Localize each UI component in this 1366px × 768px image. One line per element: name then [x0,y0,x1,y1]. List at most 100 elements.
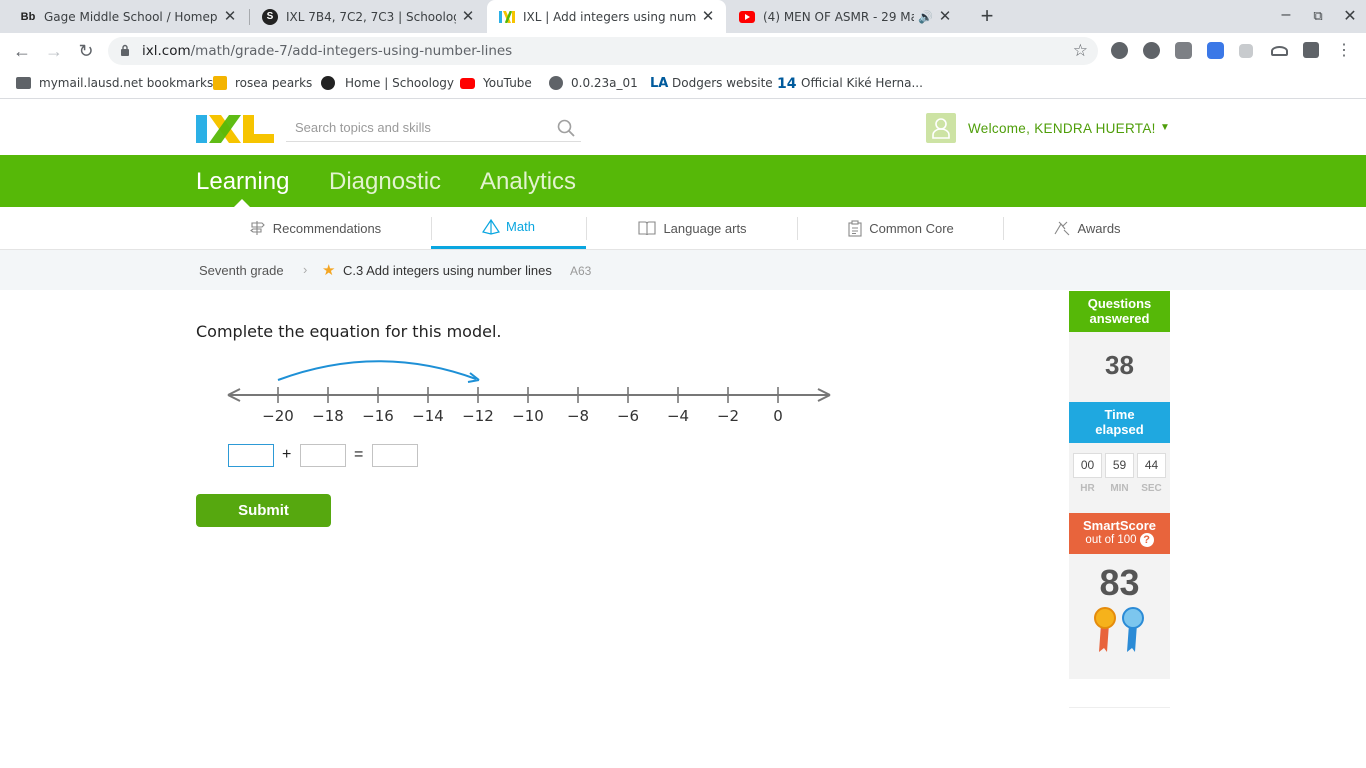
medals-icon [1093,607,1144,652]
user-icon [932,118,950,139]
tab-youtube[interactable]: (4) MEN OF ASMR - 29 Male ASMR 🔊 ✕ [727,0,963,33]
tab-title: IXL | Add integers using number lines [523,9,696,24]
bookmark-folder[interactable]: mymail.lausd.net bookmarks [16,76,213,90]
extension-icon[interactable] [1239,44,1253,58]
restore-icon[interactable]: ⧉ [1308,8,1328,24]
tick-label: −12 [462,407,494,425]
tab-language-arts[interactable]: Language arts [587,207,797,249]
star-icon: ★ [322,262,336,279]
close-icon[interactable]: ✕ [937,8,953,25]
puzzle-icon[interactable] [1303,42,1319,58]
bookmark-star-icon[interactable]: ☆ [1073,41,1088,61]
tab-ixl[interactable]: IXL | Add integers using number lines ✕ [487,0,726,33]
globe-icon [549,76,563,90]
address-bar[interactable]: ixl.com/math/grade-7/add-integers-using-… [108,37,1098,65]
minimize-icon[interactable]: – [1276,6,1296,24]
avatar[interactable] [926,113,956,143]
breadcrumb-skill: C.3 Add integers using number lines [343,263,552,278]
new-tab-button[interactable]: + [975,5,999,29]
chevron-right-icon: › [303,262,308,277]
bookmarks-bar: mymail.lausd.net bookmarks rosea pearks … [0,69,1366,99]
tick-label: −4 [667,407,689,425]
folder-icon [16,77,31,89]
help-icon[interactable]: ? [1139,533,1154,547]
bookmark-item[interactable]: 14 Official Kiké Herna... [777,76,923,92]
dodgers-icon: LA [650,76,669,91]
tick-label: −18 [312,407,344,425]
welcome-menu[interactable]: Welcome, KENDRA HUERTA! [968,121,1156,136]
tab-schoology[interactable]: S IXL 7B4, 7C2, 7C3 | Schoology ✕ [250,0,486,33]
timer-seconds: 44 [1137,453,1166,478]
smartscore-value: 83 [1099,562,1140,603]
schoology-icon: S [262,8,278,25]
tab-math[interactable]: Math [431,207,586,249]
tab-recommendations[interactable]: Recommendations [200,207,430,249]
pyramid-icon [482,218,501,235]
addend-1-input[interactable] [228,444,274,467]
close-icon[interactable]: ✕ [460,8,476,25]
tick-label: −10 [512,407,544,425]
sum-input[interactable] [372,444,418,467]
screencast-extension-icon[interactable] [1207,42,1224,59]
tab-gage[interactable]: Bb Gage Middle School / Homepage ✕ [8,0,248,33]
tab-title: Gage Middle School / Homepage [44,9,218,24]
close-icon[interactable]: ✕ [700,8,716,25]
url-text: ixl.com/math/grade-7/add-integers-using-… [142,43,513,59]
question-prompt: Complete the equation for this model. [196,322,502,341]
bookmark-item[interactable]: Home | Schoology [321,76,454,90]
shield-extension-icon-2[interactable] [1143,42,1160,59]
nav-learning[interactable]: Learning [196,168,289,196]
awards-icon [1054,221,1070,236]
bookmark-item[interactable]: rosea pearks [213,76,312,90]
back-icon[interactable]: ← [10,39,34,63]
close-icon[interactable]: ✕ [222,8,238,25]
timer[interactable]: 00 HR 59 MIN 44 SEC [1069,443,1170,513]
subject-nav: Recommendations Math Language arts Commo… [0,207,1366,250]
tab-common-core[interactable]: Common Core [798,207,1003,249]
search-icon[interactable] [557,119,575,137]
chevron-down-icon[interactable]: ▼ [1160,122,1170,133]
forward-icon[interactable]: → [42,39,66,63]
book-icon [638,221,656,236]
blackboard-icon: Bb [20,10,36,23]
bookmark-item[interactable]: LA Dodgers website [650,76,773,91]
bookmark-item[interactable]: 0.0.23a_01 [549,76,638,90]
browser-toolbar: ← → ↻ ixl.com/math/grade-7/add-integers-… [0,33,1366,69]
menu-icon[interactable]: ⋮ [1332,39,1356,63]
search-bar[interactable]: Search topics and skills [286,114,581,142]
time-elapsed-header: Time elapsed [1069,402,1170,443]
stats-panel: Questions answered 38 Time elapsed 00 HR … [1069,291,1170,708]
tick-label: −16 [362,407,394,425]
bookmark-item[interactable]: YouTube [460,76,532,90]
shield-extension-icon[interactable] [1111,42,1128,59]
number-line: −20 −18 −16 −14 −12 −10 −8 −6 −4 −2 0 [227,360,831,425]
nav-diagnostic[interactable]: Diagnostic [329,168,441,196]
g-extension-icon[interactable] [1175,42,1192,59]
submit-button[interactable]: Submit [196,494,331,527]
questions-answered-header: Questions answered [1069,291,1170,332]
smartscore-box: 83 [1069,554,1170,679]
cloud-extension-icon[interactable] [1271,46,1288,56]
lock-icon [121,44,129,56]
questions-answered-count: 38 [1105,350,1134,380]
tick-label: −2 [717,407,739,425]
speaker-icon[interactable]: 🔊 [918,10,933,24]
jersey-number-icon: 14 [777,76,797,92]
equals-sign: = [354,446,364,463]
nav-analytics[interactable]: Analytics [480,168,576,196]
addend-2-input[interactable] [300,444,346,467]
tick-label: 0 [773,407,783,425]
youtube-icon [739,9,755,25]
reload-icon[interactable]: ↻ [74,39,98,63]
tab-awards[interactable]: Awards [1004,207,1170,249]
breadcrumb-grade[interactable]: Seventh grade [199,263,284,278]
youtube-icon [460,77,475,89]
slides-icon [213,76,227,90]
ixl-logo[interactable] [196,114,274,144]
smartscore-header: SmartScore out of 100? [1069,513,1170,554]
close-window-icon[interactable]: ✕ [1340,6,1360,26]
tick-label: −8 [567,407,589,425]
schoology-icon [321,76,335,90]
main-nav: Learning Diagnostic Analytics [0,155,1366,207]
jump-arrow [277,360,477,381]
